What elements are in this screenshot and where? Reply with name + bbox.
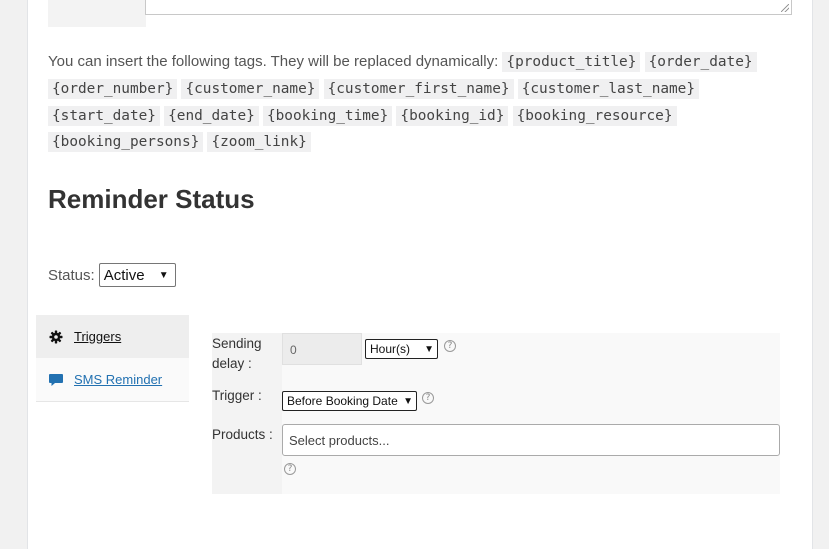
message-textarea[interactable] (145, 0, 792, 15)
tag-code: {booking_persons} (48, 132, 204, 153)
tag-code: {booking_id} (396, 105, 509, 126)
chevron-down-icon: ▼ (424, 343, 434, 355)
tag-code: {customer_name} (181, 78, 320, 99)
help-icon[interactable]: ? (284, 463, 296, 475)
tag-code: {customer_first_name} (323, 78, 514, 99)
tab-triggers[interactable]: Triggers (36, 315, 189, 358)
tag-code: {customer_last_name} (517, 78, 700, 99)
status-value: Active (103, 266, 145, 284)
gear-icon (48, 329, 64, 345)
speech-bubble-icon (48, 372, 64, 388)
trigger-label: Trigger : (212, 388, 262, 403)
previous-field-label-cell (48, 0, 146, 27)
tags-help-text: You can insert the following tags. They … (48, 49, 778, 156)
sending-delay-input[interactable]: 0 (282, 333, 362, 365)
resize-grip-icon[interactable] (781, 4, 789, 12)
tag-code: {order_date} (644, 52, 757, 72)
tab-label: Triggers (74, 329, 122, 344)
status-row: Status: Active ▼ (48, 263, 176, 287)
chevron-down-icon: ▼ (403, 395, 413, 407)
trigger-select[interactable]: Before Booking Date ▼ (282, 391, 417, 411)
tab-sms-reminder[interactable]: SMS Reminder (36, 358, 189, 401)
tab-label: SMS Reminder (74, 372, 163, 387)
trigger-value: Before Booking Date (287, 394, 398, 408)
reminder-tabs: Triggers SMS Reminder (36, 315, 189, 402)
chevron-down-icon: ▼ (158, 269, 169, 281)
tags-intro: You can insert the following tags. They … (48, 53, 499, 70)
delay-unit-value: Hour(s) (370, 342, 411, 356)
products-select-input[interactable]: Select products... (282, 424, 780, 456)
help-icon[interactable]: ? (444, 340, 456, 352)
section-title: Reminder Status (48, 184, 255, 214)
tag-code: {start_date} (48, 105, 160, 126)
sending-delay-label: Sending delay : (212, 336, 262, 371)
products-label: Products : (212, 427, 273, 442)
tag-code: {end_date} (164, 105, 259, 126)
help-icon[interactable]: ? (422, 392, 434, 404)
tag-code: {zoom_link} (207, 132, 311, 153)
tag-code: {order_number} (48, 78, 178, 99)
delay-unit-select[interactable]: Hour(s) ▼ (365, 339, 438, 359)
tag-code: {booking_time} (262, 105, 393, 126)
status-label: Status: (48, 266, 95, 284)
status-select[interactable]: Active ▼ (98, 263, 176, 287)
tag-code: {booking_resource} (512, 105, 677, 126)
tag-code: {product_title} (502, 52, 641, 72)
